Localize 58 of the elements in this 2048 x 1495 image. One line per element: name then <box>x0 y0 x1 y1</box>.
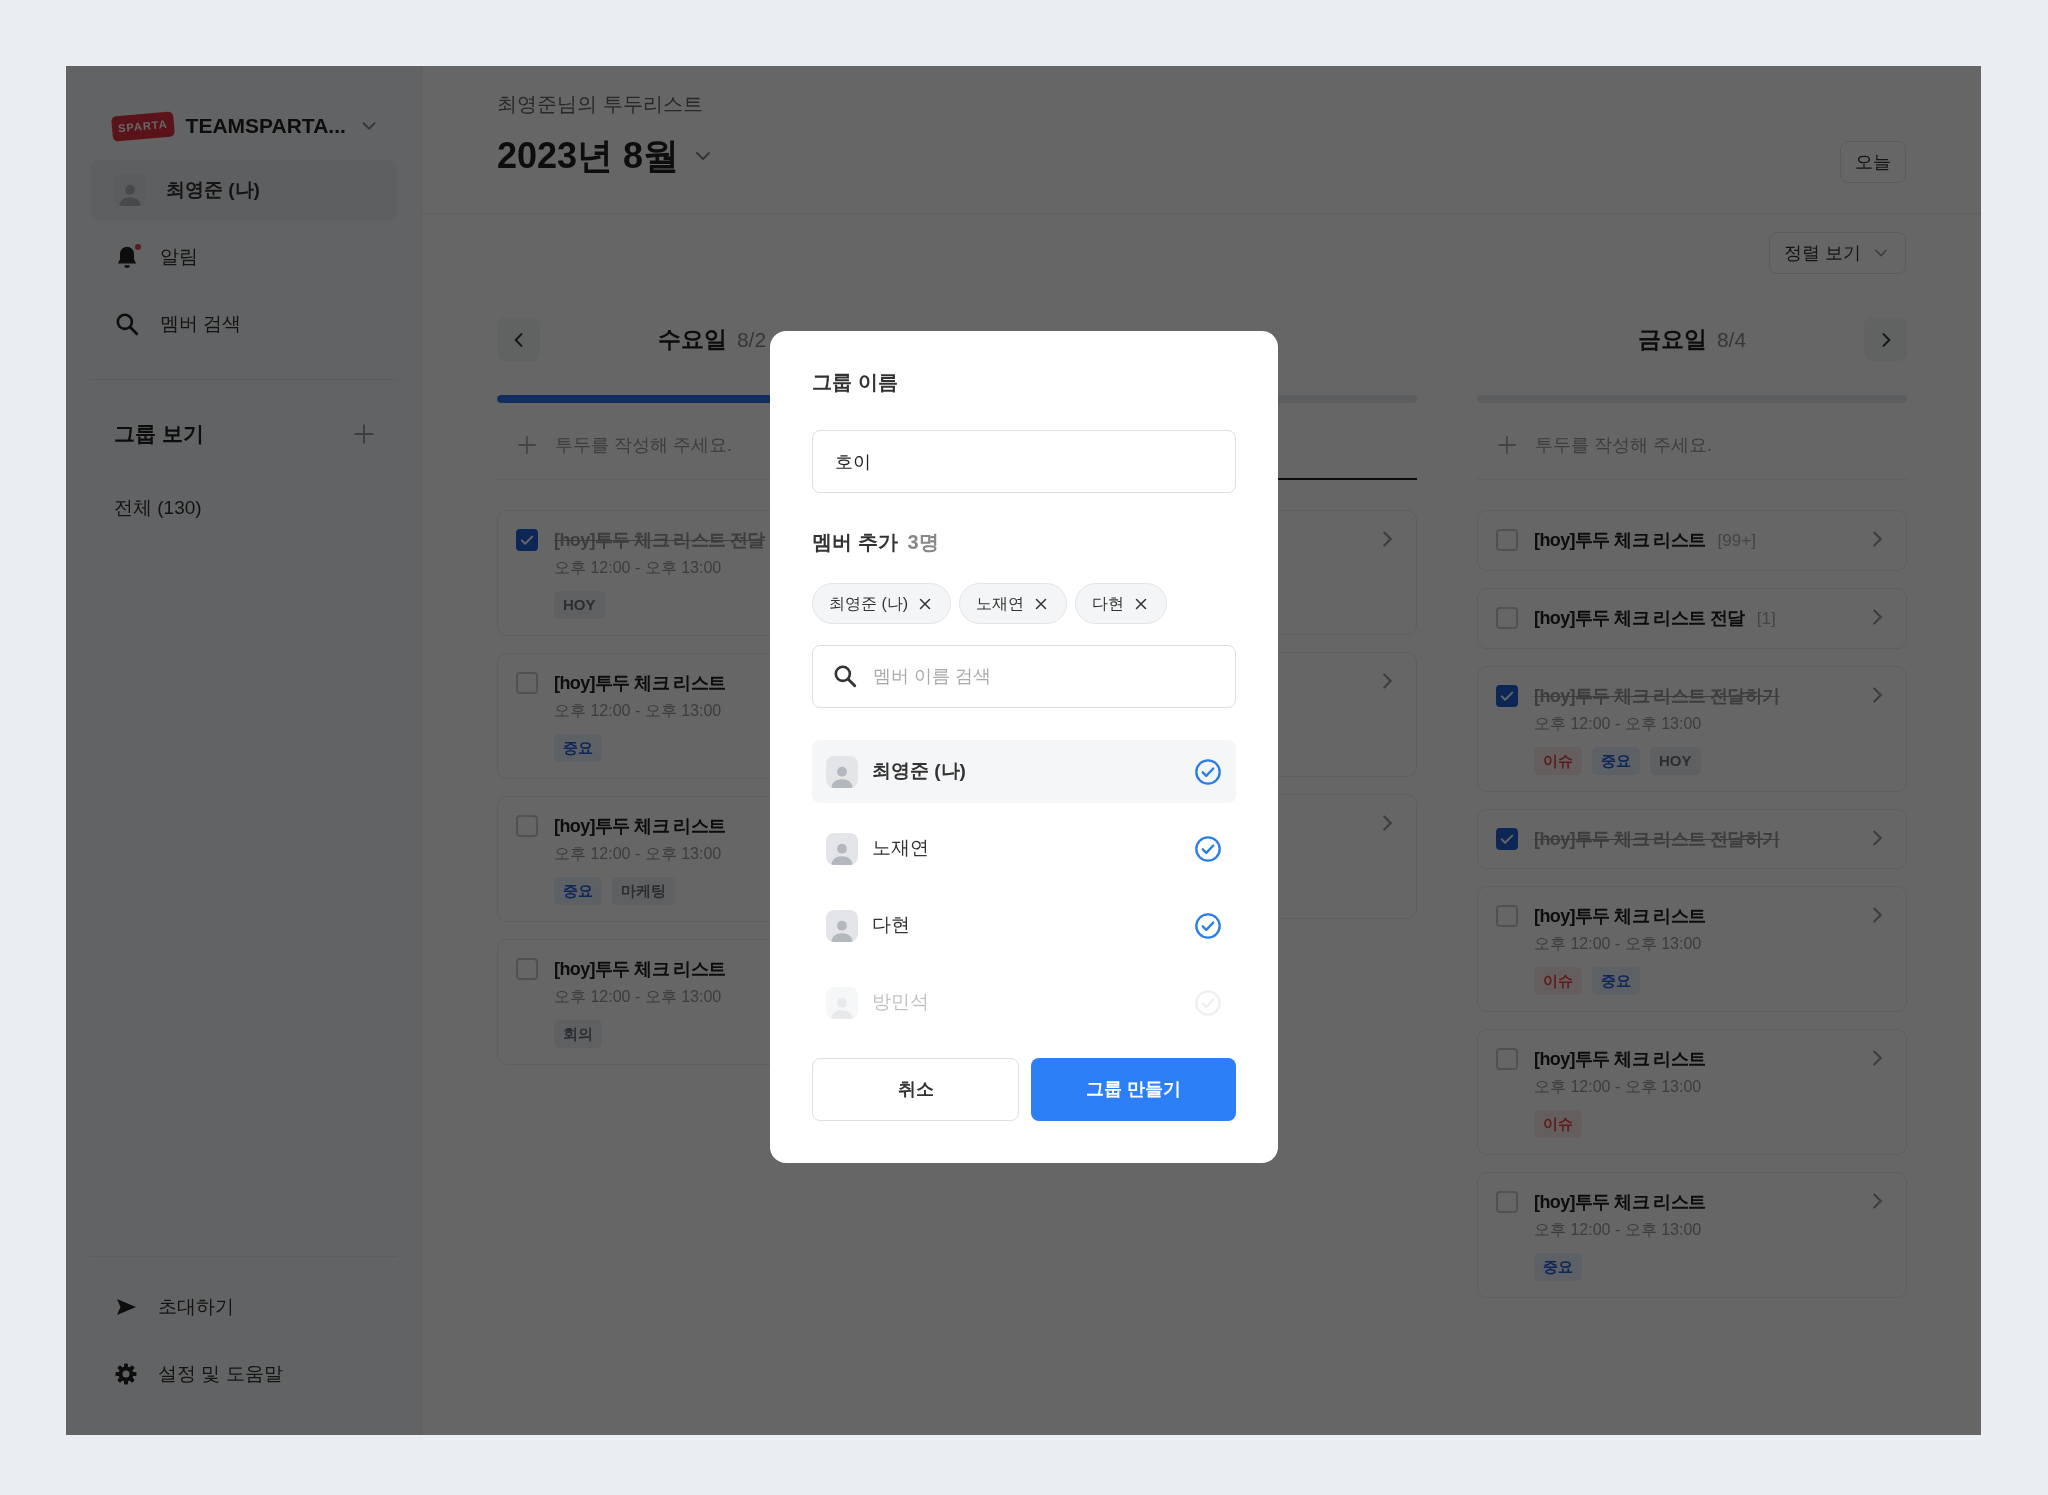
tag: 이슈 <box>1534 747 1582 775</box>
checkbox[interactable] <box>516 529 538 551</box>
page-subtitle: 최영준님의 투두리스트 <box>497 93 703 115</box>
input-field[interactable]: 호이 <box>812 430 1236 493</box>
search-field[interactable]: 멤버 이름 검색 <box>812 645 1236 708</box>
month-title: 2023년 8월 <box>497 134 680 178</box>
member-chip: 다현 <box>1075 583 1168 624</box>
sidebar-item[interactable]: 최영준 (나) <box>90 160 397 220</box>
day-title: 금요일 <box>1637 325 1707 355</box>
todo-title: [hoy]투두 체크 리스트 <box>1534 530 1706 550</box>
sidebar-item[interactable]: 알림 <box>90 227 397 287</box>
member-item[interactable]: 최영준 (나) <box>812 740 1236 803</box>
tag: 중요 <box>554 877 602 905</box>
sidebar-item[interactable]: 설정 및 도움말 <box>90 1344 397 1404</box>
cancel-button[interactable]: 취소 <box>812 1058 1019 1121</box>
check-circle-icon[interactable] <box>1194 911 1222 940</box>
plus-icon[interactable] <box>1495 433 1519 457</box>
checkbox[interactable] <box>1496 685 1518 707</box>
field-label: 멤버 추가 <box>812 530 898 554</box>
search-icon <box>114 311 140 337</box>
workspace-name: TEAMSPARTA... <box>185 113 346 140</box>
todo-title: [hoy]투두 체크 리스트 전달 <box>1534 608 1745 628</box>
todo-title: [hoy]투두 체크 리스트 <box>554 959 726 979</box>
previous-button[interactable] <box>497 318 540 361</box>
todo-title: [hoy]투두 체크 리스트 <box>1534 906 1706 926</box>
sort-dropdown[interactable]: 정렬 보기 <box>1769 232 1906 274</box>
sidebar-item[interactable]: 멤버 검색 <box>90 294 397 354</box>
create-group-button[interactable]: 그룹 만들기 <box>1031 1058 1236 1121</box>
tag: 이슈 <box>1534 967 1582 995</box>
todo-title: [hoy]투두 체크 리스트 <box>554 673 726 693</box>
member-chip: 노재연 <box>959 583 1068 624</box>
tag: 중요 <box>1592 747 1640 775</box>
checkbox[interactable] <box>1496 828 1518 850</box>
day-title: 수요일 <box>657 325 727 355</box>
todo-title: [hoy]투두 체크 리스트 <box>554 816 726 836</box>
sidebar-item[interactable]: 초대하기 <box>90 1277 397 1337</box>
tag: 중요 <box>1592 967 1640 995</box>
today-button[interactable]: 오늘 <box>1840 141 1906 183</box>
search-icon <box>832 663 858 689</box>
group-item[interactable]: 전체 (130) <box>90 488 397 528</box>
plus-icon[interactable] <box>515 433 539 457</box>
settings-icon <box>114 1362 138 1386</box>
section-title: 그룹 보기 <box>114 421 204 448</box>
logo: SPARTA <box>111 111 175 141</box>
field-label: 그룹 이름 <box>812 372 898 392</box>
avatar-icon <box>826 832 858 865</box>
tag: 이슈 <box>1534 1110 1582 1138</box>
check-circle-icon[interactable] <box>1194 757 1222 786</box>
next-button[interactable] <box>1864 318 1907 361</box>
avatar-icon <box>826 755 858 788</box>
check-circle-icon[interactable] <box>1194 834 1222 863</box>
avatar-icon <box>826 909 858 942</box>
member-chip: 최영준 (나) <box>812 583 952 624</box>
tag: 중요 <box>554 734 602 762</box>
tag: 중요 <box>1534 1253 1582 1281</box>
todo-title: [hoy]투두 체크 리스트 <box>1534 1192 1706 1212</box>
todo-title: [hoy]투두 체크 리스트 <box>1534 1049 1706 1069</box>
avatar-icon <box>826 986 858 1019</box>
